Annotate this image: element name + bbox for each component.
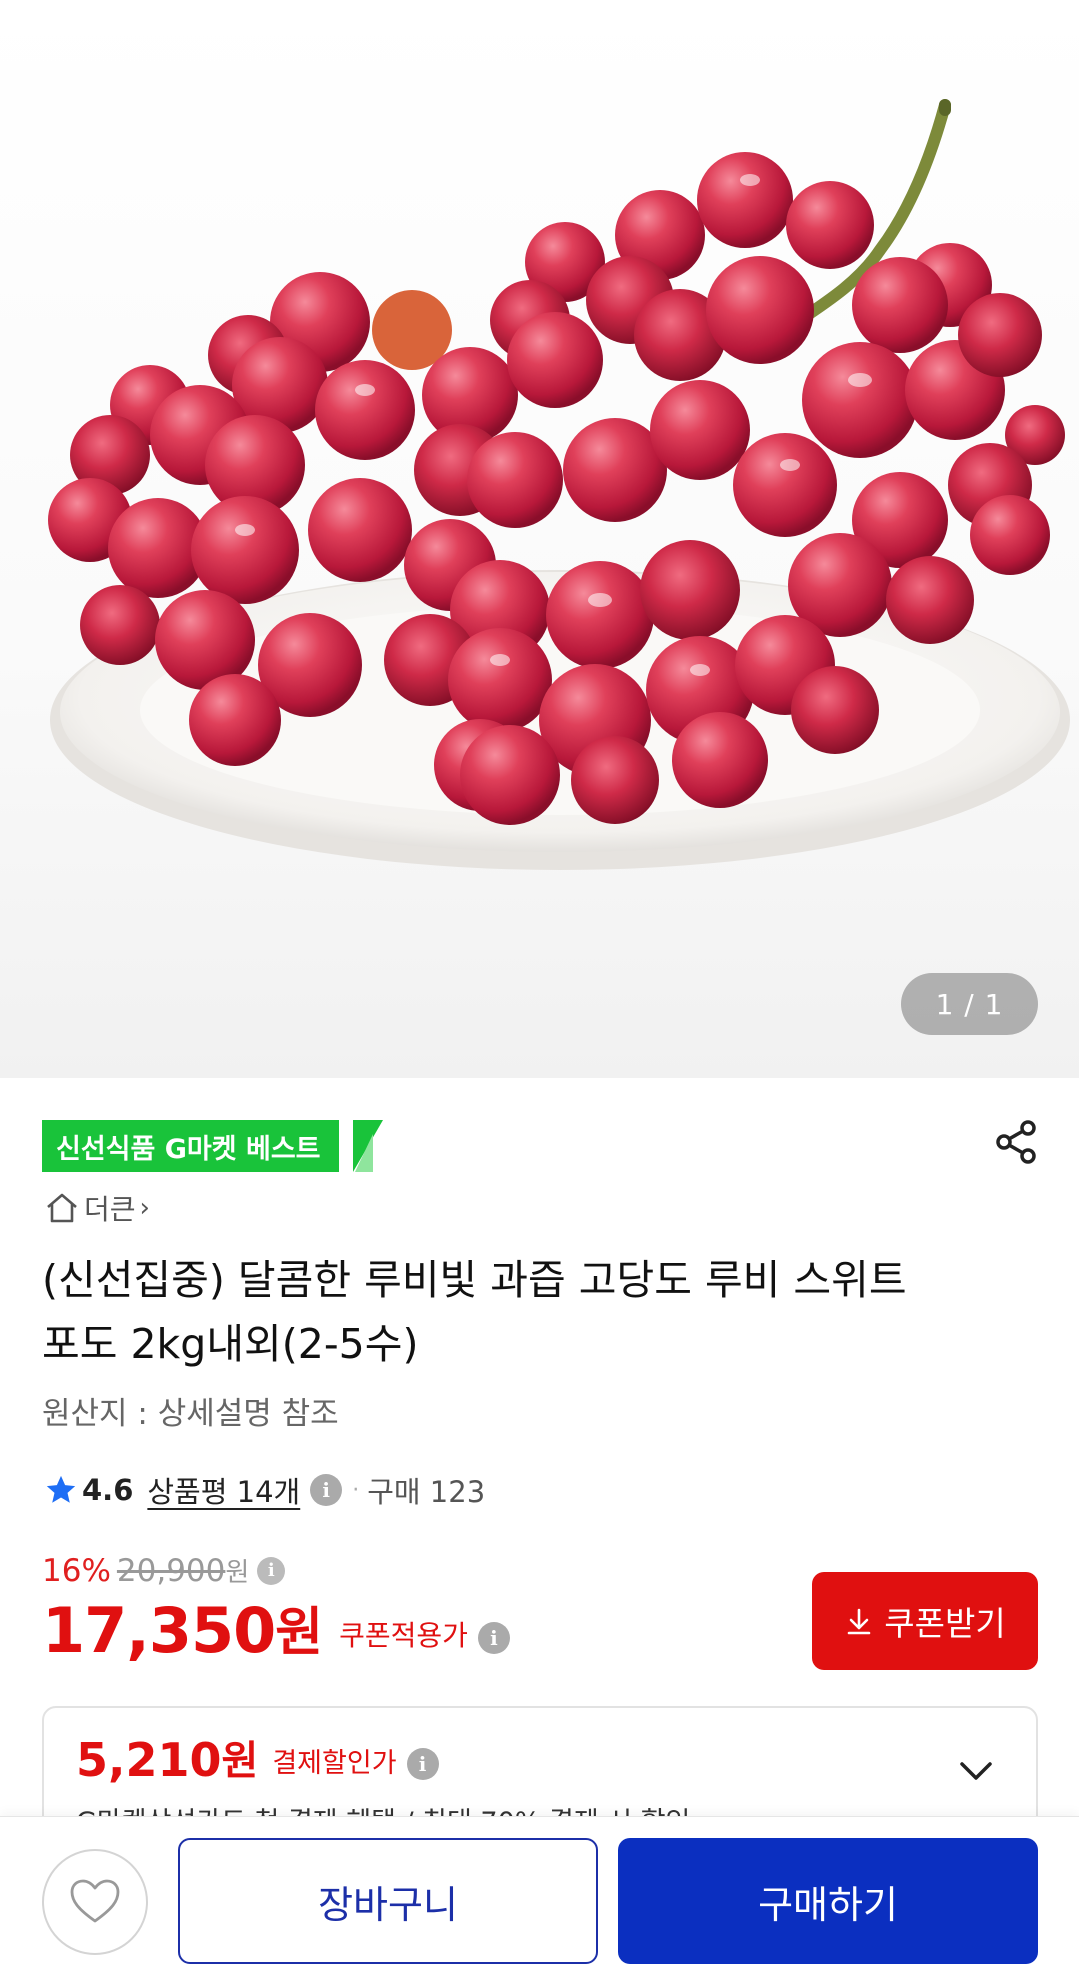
- price-row: 17,350 원 쿠폰적용가 i: [42, 1596, 510, 1666]
- sale-price-unit: 원: [275, 1603, 324, 1663]
- product-title: (신선집중) 달콤한 루비빛 과즙 고당도 루비 스위트 포도 2kg내외(2-…: [42, 1256, 907, 1368]
- coupon-button-label: 쿠폰받기: [884, 1604, 1006, 1643]
- star-icon: [46, 1475, 76, 1503]
- discount-rate: 16%: [42, 1552, 111, 1589]
- grape-illustration: [48, 99, 1070, 870]
- coupon-price-label: 쿠폰적용가: [339, 1619, 468, 1652]
- discount-row: 16% 20,900 원 i: [42, 1552, 286, 1589]
- purchase-count: 구매 123: [367, 1475, 486, 1509]
- add-to-cart-button[interactable]: 장바구니: [178, 1838, 598, 1964]
- info-icon[interactable]: i: [406, 1748, 439, 1780]
- original-price-unit: 원: [225, 1558, 250, 1588]
- coupon-download-button[interactable]: 쿠폰받기: [812, 1572, 1038, 1670]
- buy-now-button[interactable]: 구매하기: [618, 1838, 1038, 1964]
- rating-row: 4.6 상품평 14개 i · 구매 123: [44, 1468, 485, 1512]
- product-detail-page: 1 / 1 신선식품 G마켓 베스트 더큰 › (신선집중) 달콤한 루비빛 과…: [0, 0, 1079, 1983]
- separator-dot: ·: [352, 1477, 360, 1503]
- heart-icon: [70, 1879, 120, 1923]
- payment-price-unit: 원: [221, 1738, 259, 1784]
- share-icon: [996, 1120, 1036, 1164]
- rating-score: 4.6: [82, 1473, 134, 1507]
- info-icon[interactable]: i: [477, 1622, 510, 1654]
- image-counter: 1 / 1: [901, 973, 1038, 1035]
- bottom-action-bar: 장바구니 구매하기: [0, 1816, 1079, 1983]
- payment-price-label: 결제할인가: [272, 1748, 397, 1779]
- product-origin: 원산지 : 상세설명 참조: [42, 1396, 339, 1432]
- share-button[interactable]: [990, 1116, 1042, 1168]
- best-badge: 신선식품 G마켓 베스트: [42, 1120, 339, 1172]
- chevron-right-icon: ›: [139, 1193, 150, 1223]
- sale-price: 17,350: [42, 1594, 276, 1667]
- chevron-down-icon[interactable]: [954, 1748, 998, 1792]
- review-link[interactable]: 상품평 14개: [147, 1469, 300, 1511]
- store-link[interactable]: 더큰 ›: [44, 1188, 150, 1228]
- badge-tail-highlight: [355, 1134, 373, 1172]
- info-icon[interactable]: i: [310, 1474, 343, 1506]
- info-icon[interactable]: i: [257, 1556, 286, 1585]
- payment-price: 5,210: [76, 1733, 222, 1787]
- home-icon: [47, 1193, 77, 1223]
- best-badge-label: 신선식품 G마켓 베스트: [56, 1133, 321, 1165]
- store-name: 더큰: [84, 1193, 136, 1226]
- download-icon: [847, 1608, 871, 1635]
- product-image[interactable]: 1 / 1: [0, 0, 1079, 1078]
- original-price: 20,900: [116, 1552, 226, 1589]
- wishlist-button[interactable]: [42, 1849, 148, 1955]
- payment-price-row: 5,210 원 결제할인가 i: [76, 1734, 439, 1786]
